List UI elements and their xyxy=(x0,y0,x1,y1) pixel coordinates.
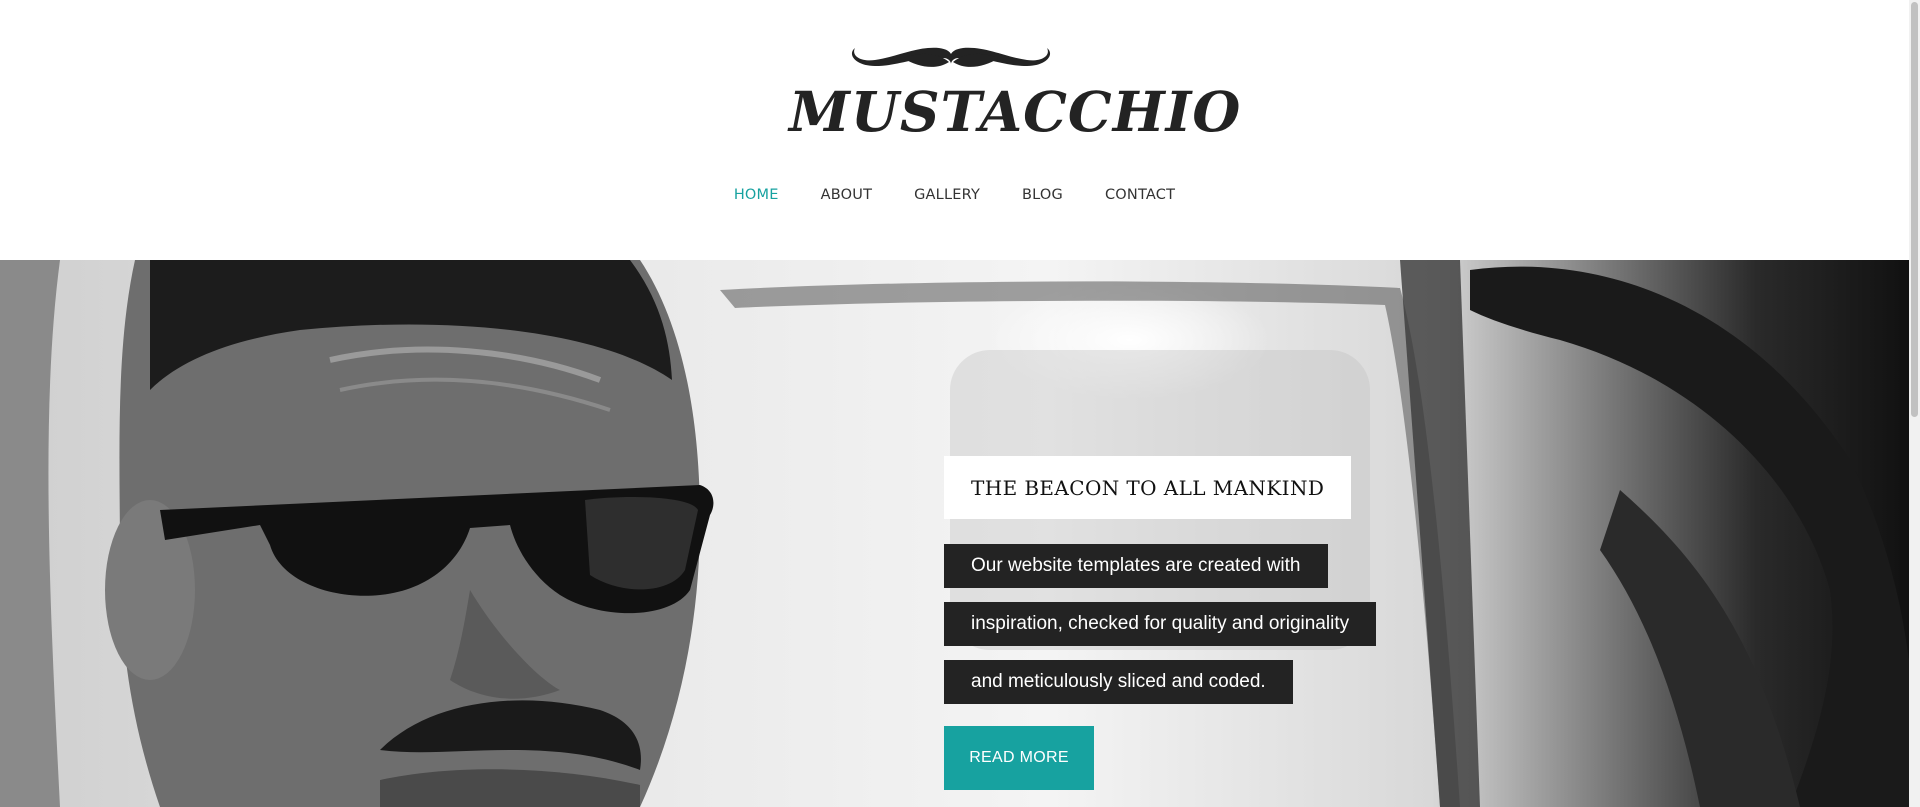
hero-image xyxy=(0,260,1909,807)
hero-slider xyxy=(0,260,1909,807)
site-logo[interactable]: MUSTACCHIO xyxy=(785,40,1240,142)
nav-home[interactable]: HOME xyxy=(734,187,779,211)
nav-blog[interactable]: BLOG xyxy=(1022,187,1063,211)
hero-title: THE BEACON TO ALL MANKIND xyxy=(944,456,1352,519)
nav-contact[interactable]: CONTACT xyxy=(1105,187,1175,211)
mustache-icon xyxy=(851,47,1051,67)
page-scrollbar[interactable] xyxy=(1909,0,1920,807)
scrollbar-thumb[interactable] xyxy=(1911,2,1918,417)
main-nav: HOME ABOUT GALLERY BLOG CONTACT xyxy=(0,187,1909,211)
nav-about[interactable]: ABOUT xyxy=(821,187,873,211)
nav-gallery[interactable]: GALLERY xyxy=(914,187,980,211)
hero-text-line: Our website templates are created with xyxy=(944,544,1328,588)
logo-text: MUSTACCHIO xyxy=(789,79,1242,144)
read-more-button[interactable]: READ MORE xyxy=(944,726,1094,790)
hero-text-line: inspiration, checked for quality and ori… xyxy=(944,602,1377,646)
site-header: MUSTACCHIO HOME ABOUT GALLERY BLOG CONTA… xyxy=(0,0,1909,260)
hero-text-line: and meticulously sliced and coded. xyxy=(944,660,1293,704)
